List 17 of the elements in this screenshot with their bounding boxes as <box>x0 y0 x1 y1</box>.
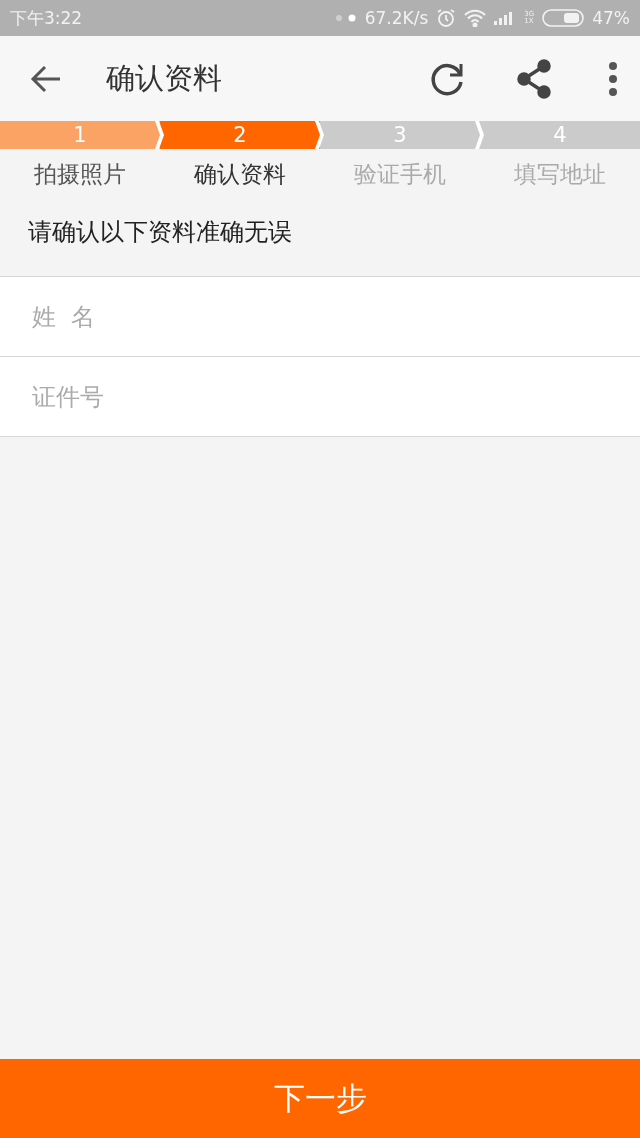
step-label: 拍摄照片 <box>33 160 127 189</box>
step-label: 填写地址 <box>513 160 607 189</box>
battery-icon <box>542 9 585 27</box>
alarm-icon <box>436 8 457 28</box>
status-time: 下午3:22 <box>10 6 83 30</box>
step-label: 验证手机 <box>353 160 447 189</box>
next-button[interactable]: 下一步 <box>0 1059 640 1138</box>
share-icon <box>516 58 552 99</box>
page-title: 确认资料 <box>106 59 223 97</box>
back-arrow-icon <box>30 64 62 93</box>
step-label: 确认资料 <box>193 160 287 189</box>
wifi-icon <box>464 9 487 27</box>
network-speed: 67.2K/s <box>364 8 429 28</box>
instruction-text: 请确认以下资料准确无误 <box>27 217 293 248</box>
more-icon <box>608 61 618 96</box>
page-dots-icon <box>334 14 357 22</box>
battery-percent: 47% <box>592 8 630 28</box>
